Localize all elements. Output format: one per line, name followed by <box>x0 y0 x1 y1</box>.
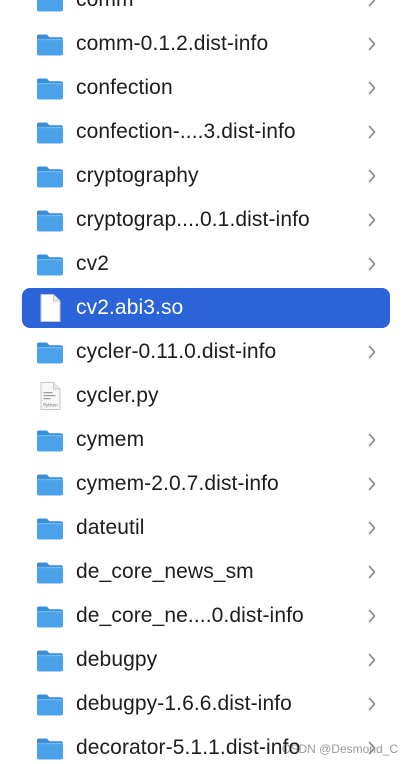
list-item[interactable]: comm-0.1.2.dist-info <box>0 22 410 66</box>
chevron-right-icon[interactable] <box>366 79 378 97</box>
chevron-right-icon[interactable] <box>366 255 378 273</box>
list-item[interactable]: Python cycler.py <box>0 374 410 418</box>
file-name: de_core_news_sm <box>76 560 254 583</box>
folder-icon <box>35 469 65 499</box>
file-name: debugpy-1.6.6.dist-info <box>76 692 292 715</box>
file-name: dateutil <box>76 516 145 539</box>
chevron-right-icon[interactable] <box>366 123 378 141</box>
chevron-right-icon[interactable] <box>366 211 378 229</box>
folder-icon <box>35 205 65 235</box>
file-name: cymem-2.0.7.dist-info <box>76 472 279 495</box>
chevron-right-icon[interactable] <box>366 167 378 185</box>
list-item-selected[interactable]: cv2.abi3.so <box>0 286 410 330</box>
chevron-right-icon[interactable] <box>366 563 378 581</box>
file-name: cryptography <box>76 164 199 187</box>
file-name: confection <box>76 76 173 99</box>
list-item[interactable]: cymem-2.0.7.dist-info <box>0 462 410 506</box>
folder-icon <box>35 733 65 763</box>
folder-icon <box>35 645 65 675</box>
chevron-right-icon[interactable] <box>366 695 378 713</box>
file-name: comm-0.1.2.dist-info <box>76 32 269 55</box>
list-item[interactable]: cv2 <box>0 242 410 286</box>
folder-icon <box>35 689 65 719</box>
file-name: comm <box>76 0 134 14</box>
folder-icon <box>35 337 65 367</box>
list-item[interactable]: confection <box>0 66 410 110</box>
file-name: cymem <box>76 428 145 451</box>
file-name: debugpy <box>76 648 158 671</box>
list-item[interactable]: de_core_news_sm <box>0 550 410 594</box>
file-name: cycler.py <box>76 384 159 407</box>
folder-icon <box>35 73 65 103</box>
list-item[interactable]: cymem <box>0 418 410 462</box>
list-item[interactable]: debugpy-1.6.6.dist-info <box>0 682 410 726</box>
chevron-right-icon[interactable] <box>366 475 378 493</box>
list-item[interactable]: debugpy <box>0 638 410 682</box>
file-name: de_core_ne....0.dist-info <box>76 604 304 627</box>
chevron-right-icon[interactable] <box>366 0 378 9</box>
list-item[interactable]: cryptography <box>0 154 410 198</box>
file-name: decorator-5.1.1.dist-info <box>76 736 301 759</box>
file-name: cv2.abi3.so <box>76 296 184 319</box>
folder-icon <box>35 161 65 191</box>
list-item[interactable]: confection-....3.dist-info <box>0 110 410 154</box>
file-name: confection-....3.dist-info <box>76 120 296 143</box>
folder-icon <box>35 0 65 15</box>
list-item[interactable]: comm <box>0 0 410 22</box>
folder-icon <box>35 425 65 455</box>
file-list: comm comm-0.1.2.dist-info confection confec… <box>0 0 410 764</box>
chevron-right-icon[interactable] <box>366 607 378 625</box>
svg-text:Python: Python <box>43 403 58 408</box>
document-icon <box>35 293 65 323</box>
list-item[interactable]: cycler-0.11.0.dist-info <box>0 330 410 374</box>
watermark: CSDN @Desmond_C <box>281 742 398 756</box>
folder-icon <box>35 557 65 587</box>
folder-icon <box>35 249 65 279</box>
folder-icon <box>35 601 65 631</box>
list-item[interactable]: de_core_ne....0.dist-info <box>0 594 410 638</box>
chevron-right-icon[interactable] <box>366 431 378 449</box>
chevron-right-icon[interactable] <box>366 519 378 537</box>
folder-icon <box>35 513 65 543</box>
file-list-rows: comm comm-0.1.2.dist-info confection confec… <box>0 0 410 764</box>
folder-icon <box>35 117 65 147</box>
folder-icon <box>35 29 65 59</box>
list-item[interactable]: dateutil <box>0 506 410 550</box>
file-name: cycler-0.11.0.dist-info <box>76 340 277 363</box>
list-item[interactable]: cryptograp....0.1.dist-info <box>0 198 410 242</box>
python-file-icon: Python <box>35 381 65 411</box>
chevron-right-icon[interactable] <box>366 343 378 361</box>
chevron-right-icon[interactable] <box>366 35 378 53</box>
chevron-right-icon[interactable] <box>366 651 378 669</box>
file-name: cv2 <box>76 252 109 275</box>
file-name: cryptograp....0.1.dist-info <box>76 208 310 231</box>
